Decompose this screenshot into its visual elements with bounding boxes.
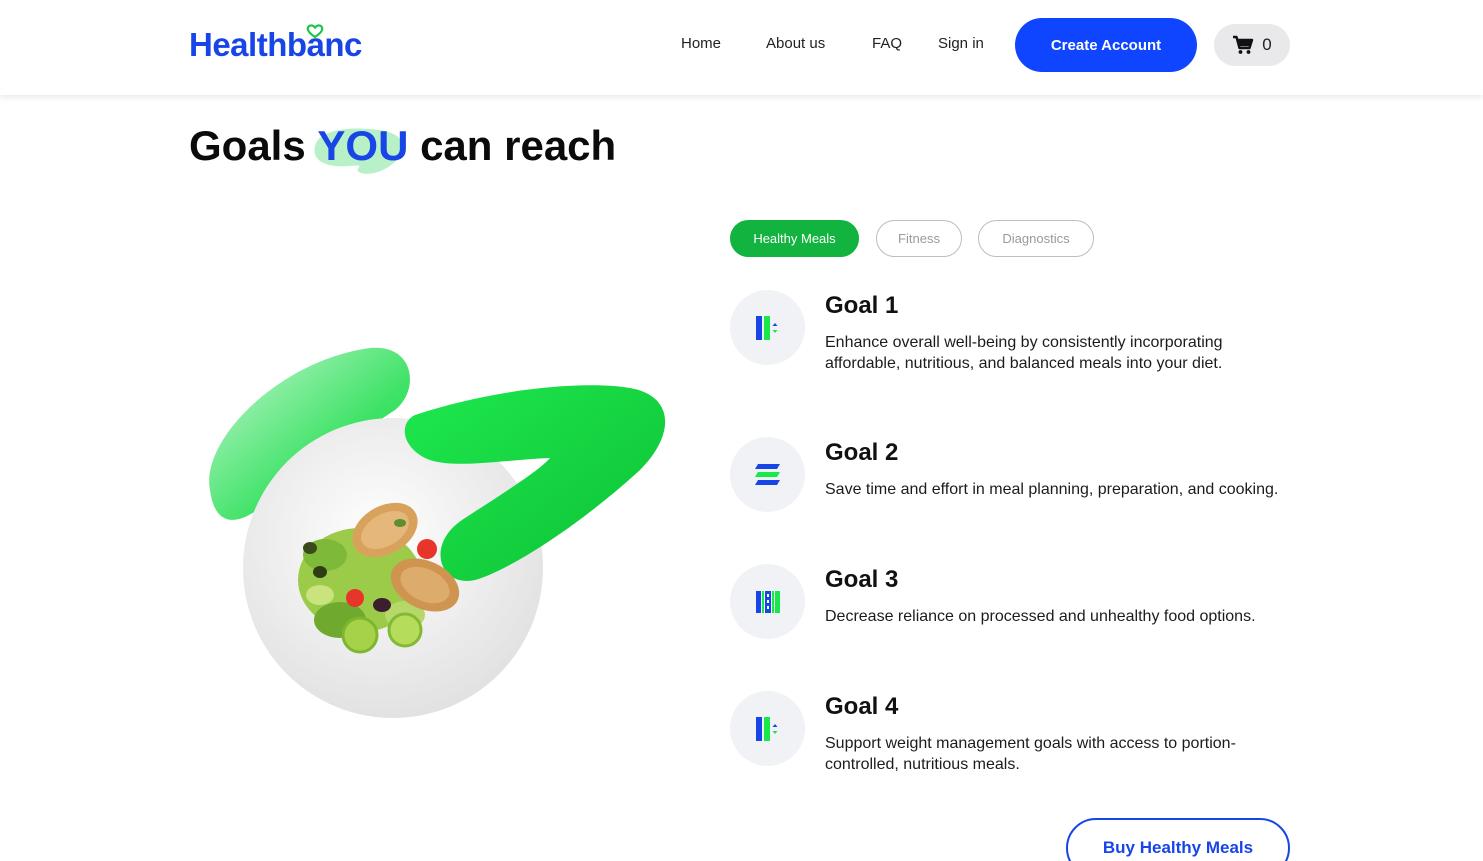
goal-icon-wrap	[730, 290, 805, 365]
page-title: Goals YOU can reach	[189, 122, 617, 174]
goal-title: Goal 1	[825, 292, 899, 319]
logo[interactable]: Healthbanc	[189, 24, 362, 64]
title-post: can reach	[420, 122, 617, 169]
goal-title: Goal 2	[825, 439, 899, 466]
goal-description: Decrease reliance on processed and unhea…	[825, 608, 1256, 625]
nav-about-us[interactable]: About us	[766, 35, 825, 52]
tab-healthy-meals[interactable]: Healthy Meals	[730, 220, 859, 257]
tab-diagnostics[interactable]: Diagnostics	[978, 220, 1094, 257]
heart-icon	[306, 24, 324, 39]
goal-icon-wrap	[730, 691, 805, 766]
create-account-button[interactable]: Create Account	[1015, 18, 1197, 72]
nav-home[interactable]: Home	[681, 35, 721, 52]
cart-icon	[1233, 35, 1254, 54]
goal-description: Save time and effort in meal planning, p…	[825, 481, 1279, 498]
goal-description: Support weight management goals with acc…	[825, 735, 1236, 773]
buy-button-label: Buy Healthy Meals	[1102, 838, 1254, 857]
title-pre: Goals	[189, 122, 306, 169]
goal-icon-wrap	[730, 437, 805, 512]
healthy-meal-illustration	[209, 347, 666, 718]
site-header: Healthbanc Home About us FAQ Sign in Cre…	[0, 0, 1483, 95]
nav-faq[interactable]: FAQ	[872, 35, 902, 52]
cart-count: 0	[1262, 35, 1272, 54]
logo-text: Healthbanc	[189, 26, 362, 63]
goal-icon-wrap	[730, 564, 805, 639]
goal-description: Enhance overall well-being by consistent…	[825, 334, 1223, 372]
columns-icon	[755, 716, 777, 741]
title-highlight-wrap: YOU	[314, 122, 409, 174]
goal-title: Goal 3	[825, 566, 899, 593]
tab-fitness[interactable]: Fitness	[876, 220, 962, 257]
buy-healthy-meals-button[interactable]: Buy Healthy Meals	[1066, 818, 1290, 861]
columns-icon	[755, 315, 777, 340]
cart-button[interactable]: 0	[1214, 24, 1290, 66]
goal-title: Goal 4	[825, 693, 899, 720]
title-highlight: YOU	[317, 122, 409, 169]
nav-sign-in[interactable]: Sign in	[938, 35, 984, 52]
stack-icon	[754, 463, 780, 485]
barcode-icon	[755, 590, 780, 613]
